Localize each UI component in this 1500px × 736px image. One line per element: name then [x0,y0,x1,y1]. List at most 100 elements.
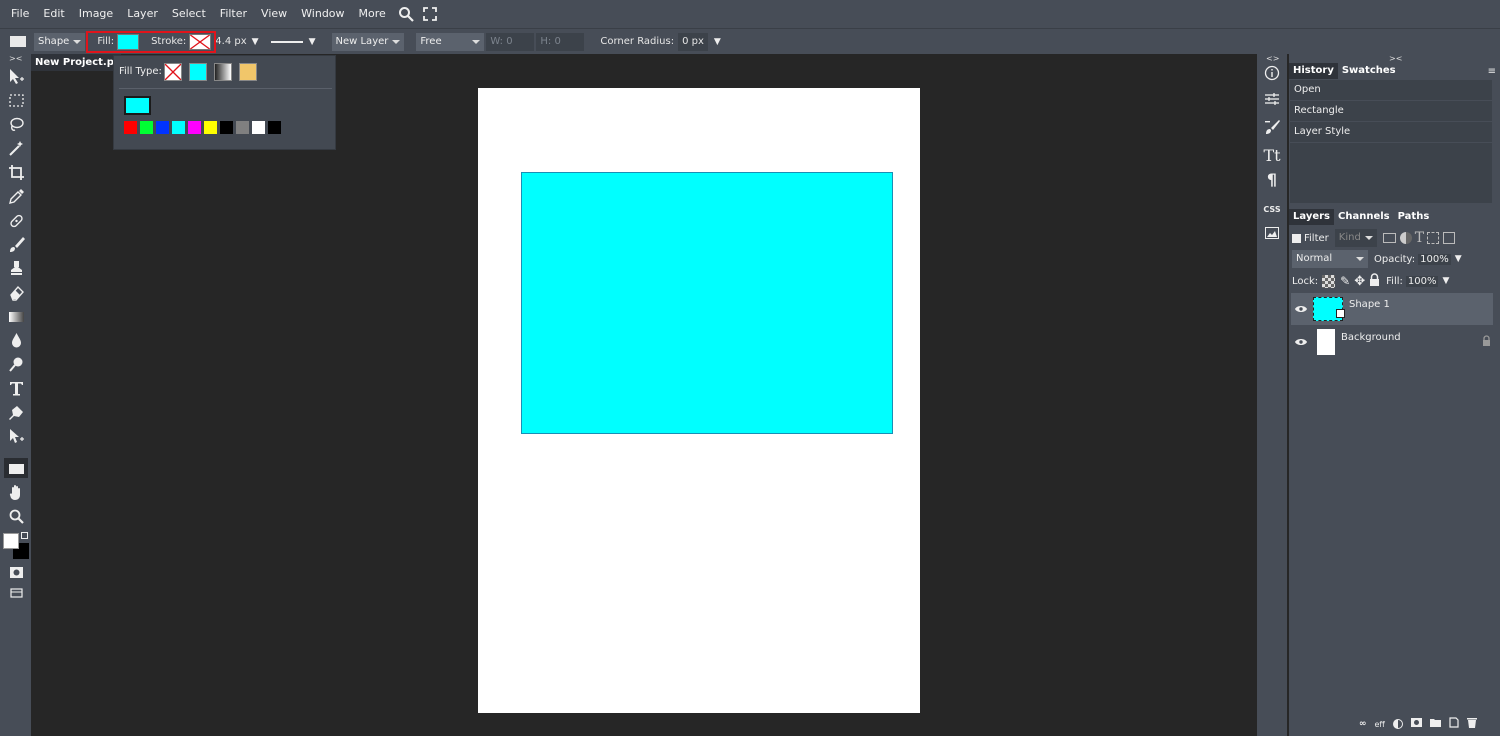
constraint-dropdown[interactable]: Free [416,32,485,51]
stroke-width-value[interactable]: 4.4 px [215,36,246,47]
adjustment-layer-icon[interactable] [1392,719,1403,729]
filter-image-icon[interactable] [1382,233,1396,243]
tab-swatches[interactable]: Swatches [1338,63,1400,79]
menu-filter[interactable]: Filter [213,0,254,28]
layer-row-shape-1[interactable]: Shape 1 [1291,293,1493,325]
tab-layers[interactable]: Layers [1289,209,1334,225]
lock-pixels-icon[interactable]: ✎ [1340,274,1350,288]
history-item[interactable]: Rectangle [1290,101,1492,121]
pattern-fill-icon[interactable] [239,63,257,81]
screen-mode-icon[interactable] [4,582,28,602]
layer-mask-icon[interactable] [1410,718,1422,730]
swatch-red[interactable] [124,121,137,134]
history-item[interactable]: Layer Style [1290,122,1492,142]
path-selection-tool-icon[interactable] [4,426,28,446]
stamp-tool-icon[interactable] [4,258,28,278]
gradient-fill-icon[interactable] [214,63,232,81]
paragraph-icon[interactable]: ¶ [1260,168,1284,190]
panel-collapse-icon[interactable]: >< [1389,54,1402,63]
document-tab[interactable]: New Project.psd [31,54,121,71]
rectangle-tool-icon[interactable] [4,458,28,478]
type-tool-icon[interactable] [4,378,28,398]
stroke-style-dropdown[interactable]: ▼ [270,37,316,47]
current-fill-color[interactable] [124,96,151,115]
image-panel-icon[interactable] [1260,222,1284,244]
dodge-tool-icon[interactable] [4,354,28,374]
swatch-black[interactable] [220,121,233,134]
corner-radius-value[interactable]: 0 px [678,32,708,51]
tab-history[interactable]: History [1289,63,1338,79]
blur-tool-icon[interactable] [4,330,28,350]
menu-view[interactable]: View [254,0,294,28]
link-layers-icon[interactable]: ∞ [1359,719,1367,729]
layer-row-background[interactable]: Background [1291,326,1493,358]
filter-shape-icon[interactable] [1427,232,1440,244]
adjustments-icon[interactable] [1260,88,1284,110]
new-layer-icon[interactable] [1449,717,1459,731]
no-fill-icon[interactable] [164,63,182,81]
brush-tool-icon[interactable] [4,234,28,254]
stroke-width-dropdown-icon[interactable]: ▼ [252,37,259,47]
corner-radius-dropdown-icon[interactable]: ▼ [714,37,721,47]
marquee-tool-icon[interactable] [4,90,28,110]
move-tool-icon[interactable] [4,66,28,86]
tab-channels[interactable]: Channels [1334,209,1394,225]
lock-transparency-icon[interactable] [1322,274,1336,288]
swatch-yellow[interactable] [204,121,217,134]
magic-wand-tool-icon[interactable] [4,138,28,158]
solid-fill-icon[interactable] [189,63,207,81]
panel-menu-icon[interactable]: ≡ [1488,66,1496,77]
kind-dropdown[interactable]: Kind [1334,229,1377,247]
pen-tool-icon[interactable] [4,402,28,422]
history-item[interactable]: Open [1290,80,1492,100]
eye-icon[interactable] [1291,303,1311,316]
menu-window[interactable]: Window [294,0,351,28]
eyedropper-tool-icon[interactable] [4,186,28,206]
eye-icon[interactable] [1291,336,1311,349]
menu-file[interactable]: File [4,0,36,28]
eraser-tool-icon[interactable] [4,282,28,302]
delete-layer-icon[interactable] [1466,717,1477,731]
swatch-blue[interactable] [156,121,169,134]
filter-type-icon[interactable]: T [1415,230,1424,246]
crop-tool-icon[interactable] [4,162,28,182]
css-icon[interactable]: CSS [1260,198,1284,220]
tab-paths[interactable]: Paths [1394,209,1434,225]
opacity-dropdown-icon[interactable]: ▼ [1455,254,1462,264]
menu-layer[interactable]: Layer [120,0,165,28]
layer-effects-button[interactable]: eff [1375,720,1385,729]
lock-all-icon[interactable] [1369,273,1380,289]
menu-select[interactable]: Select [165,0,213,28]
swatch-white[interactable] [252,121,265,134]
healing-brush-tool-icon[interactable] [4,210,28,230]
toolbar-collapse-icon[interactable]: >< [9,54,22,63]
info-icon[interactable] [1260,62,1284,84]
shape-mode-dropdown[interactable]: Shape [34,32,86,51]
blend-mode-dropdown[interactable]: Normal [1292,250,1368,268]
opacity-value[interactable]: 100% [1418,253,1451,265]
fullscreen-icon[interactable] [419,0,441,28]
brush-settings-icon[interactable] [1260,116,1284,138]
menu-edit[interactable]: Edit [36,0,71,28]
quick-mask-icon[interactable] [4,562,28,582]
filter-checkbox[interactable] [1292,233,1301,243]
menu-more[interactable]: More [352,0,393,28]
lasso-tool-icon[interactable] [4,114,28,134]
swatch-cyan[interactable] [172,121,185,134]
swatch-green[interactable] [140,121,153,134]
color-swatches-icon[interactable] [3,532,31,562]
character-icon[interactable]: Tt [1260,144,1284,166]
new-group-icon[interactable] [1429,718,1441,730]
search-icon[interactable] [395,0,417,28]
filter-adjustment-icon[interactable] [1399,232,1412,244]
swatch-magenta[interactable] [188,121,201,134]
layer-fill-value[interactable]: 100% [1405,275,1439,287]
width-field[interactable]: W: 0 [486,32,535,51]
gradient-tool-icon[interactable] [4,306,28,326]
menu-image[interactable]: Image [72,0,120,28]
layer-fill-dropdown-icon[interactable]: ▼ [1442,276,1449,286]
zoom-tool-icon[interactable] [4,506,28,526]
swatch-gray[interactable] [236,121,249,134]
cyan-rectangle-shape[interactable] [521,172,893,434]
swatch-black-2[interactable] [268,121,281,134]
